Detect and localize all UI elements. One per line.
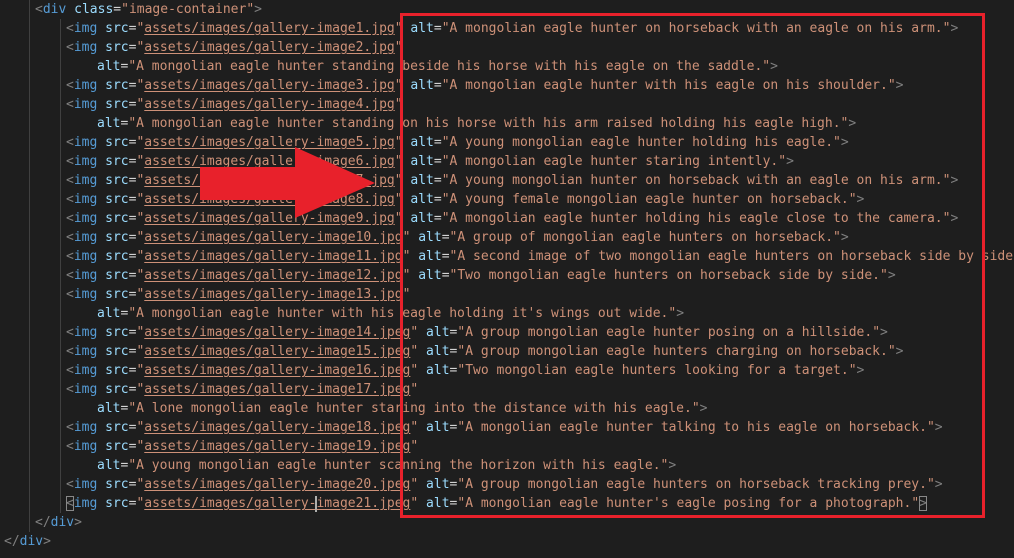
code-line[interactable]: <img src="assets/images/gallery-image21.… (66, 494, 927, 513)
alt-text: A young mongolian eagle hunter scanning … (136, 458, 661, 473)
alt-text: A second image of two mongolian eagle hu… (457, 249, 1014, 264)
code-line[interactable]: <img src="assets/images/gallery-image10.… (66, 228, 849, 247)
code-line[interactable]: <img src="assets/images/gallery-image14.… (66, 323, 888, 342)
code-line[interactable]: alt="A mongolian eagle hunter standing b… (97, 57, 778, 76)
src-path: assets/images/gallery-image17.jpeg (144, 382, 411, 397)
code-line[interactable]: <img src="assets/images/gallery-image5.j… (66, 133, 849, 152)
code-line[interactable]: <img src="assets/images/gallery-image15.… (66, 342, 903, 361)
code-line[interactable]: <img src="assets/images/gallery-image7.j… (66, 171, 958, 190)
alt-text: A group mongolian eagle hunters on horse… (465, 477, 927, 492)
alt-text: A young female mongolian eagle hunter on… (449, 192, 849, 207)
alt-text: Two mongolian eagle hunters looking for … (465, 363, 849, 378)
alt-text: A mongolian eagle hunter with his eagle … (136, 306, 669, 321)
code-line[interactable]: <img src="assets/images/gallery-image4.j… (66, 95, 403, 114)
alt-text: A mongolian eagle hunter holding his eag… (449, 211, 943, 226)
alt-text: A group mongolian eagle hunter posing on… (465, 325, 873, 340)
code-line[interactable]: alt="A young mongolian eagle hunter scan… (97, 456, 676, 475)
src-path: assets/images/gallery-image16.jpeg (144, 363, 411, 378)
src-path: assets/images/gallery-image8.jpg (144, 192, 395, 207)
src-path: assets/images/gallery-image6.jpg (144, 154, 395, 169)
alt-text: A mongolian eagle hunter standing on his… (136, 116, 841, 131)
src-path: assets/images/gallery-image7.jpg (144, 173, 395, 188)
src-path: assets/images/gallery-image9.jpg (144, 211, 395, 226)
code-line[interactable]: <img src="assets/images/gallery-image1.j… (66, 19, 958, 38)
indent-guide (60, 19, 61, 513)
src-path: assets/images/gallery-image3.jpg (144, 78, 395, 93)
alt-text: A group of mongolian eagle hunters on ho… (457, 230, 834, 245)
alt-text: A mongolian eagle hunter staring intentl… (449, 154, 779, 169)
alt-text: A lone mongolian eagle hunter staring in… (136, 401, 692, 416)
code-line[interactable]: <img src="assets/images/gallery-image17.… (66, 380, 418, 399)
src-path: assets/images/gallery-image15.jpeg (144, 344, 411, 359)
code-line[interactable]: <img src="assets/images/gallery-image11.… (66, 247, 1014, 266)
code-line[interactable]: <img src="assets/images/gallery-image2.j… (66, 38, 403, 57)
alt-text: A mongolian eagle hunter on horseback wi… (449, 21, 943, 36)
indent-guide (29, 0, 30, 532)
src-path: assets/images/gallery-image11.jpg (144, 249, 403, 264)
code-line[interactable]: <img src="assets/images/gallery-image19.… (66, 437, 418, 456)
src-path: assets/images/gallery-image10.jpg (144, 230, 403, 245)
src-path: assets/images/gallery-image4.jpg (144, 97, 395, 112)
code-line[interactable]: <img src="assets/images/gallery-image16.… (66, 361, 864, 380)
code-line[interactable]: <div class="image-container"> (35, 0, 262, 19)
src-path: assets/images/gallery-image18.jpeg (144, 420, 411, 435)
code-line[interactable]: <img src="assets/images/gallery-image18.… (66, 418, 943, 437)
code-line[interactable]: <img src="assets/images/gallery-image9.j… (66, 209, 958, 228)
class-value: image-container (128, 2, 247, 17)
src-path: assets/images/gallery-image5.jpg (144, 135, 395, 150)
code-line[interactable]: </div> (35, 513, 82, 532)
code-editor[interactable]: <div class="image-container"> <img src="a… (0, 0, 1014, 558)
alt-text: Two mongolian eagle hunters on horseback… (457, 268, 880, 283)
alt-text: A mongolian eagle hunter with his eagle … (449, 78, 888, 93)
src-path: assets/images/gallery-image1.jpg (144, 21, 395, 36)
src-path: assets/images/gallery-image20.jpeg (144, 477, 411, 492)
code-line[interactable]: <img src="assets/images/gallery-image12.… (66, 266, 896, 285)
alt-text: A young mongolian eagle hunter holding h… (449, 135, 834, 150)
code-line[interactable]: <img src="assets/images/gallery-image6.j… (66, 152, 794, 171)
src-path: assets/images/gallery-image14.jpeg (144, 325, 411, 340)
code-line[interactable]: </div> (4, 532, 51, 551)
code-line[interactable]: <img src="assets/images/gallery-image20.… (66, 475, 943, 494)
alt-text: A mongolian eagle hunter talking to his … (465, 420, 927, 435)
code-line[interactable]: <img src="assets/images/gallery-image8.j… (66, 190, 864, 209)
code-line[interactable]: <img src="assets/images/gallery-image13.… (66, 285, 410, 304)
src-path: assets/images/gallery-image19.jpeg (144, 439, 411, 454)
src-path: assets/images/gallery-image12.jpg (144, 268, 403, 283)
code-line[interactable]: alt="A mongolian eagle hunter standing o… (97, 114, 856, 133)
src-path: assets/images/gallery-image2.jpg (144, 40, 395, 55)
alt-text: A young mongolian hunter on horseback wi… (449, 173, 943, 188)
src-path: assets/images/gallery- (144, 496, 317, 511)
code-line[interactable]: <img src="assets/images/gallery-image3.j… (66, 76, 903, 95)
alt-text: A mongolian eagle hunter's eagle posing … (465, 496, 912, 511)
alt-text: A group mongolian eagle hunters charging… (465, 344, 888, 359)
code-line[interactable]: alt="A lone mongolian eagle hunter stari… (97, 399, 708, 418)
code-line[interactable]: alt="A mongolian eagle hunter with his e… (97, 304, 684, 323)
src-path: assets/images/gallery-image13.jpg (144, 287, 403, 302)
alt-text: A mongolian eagle hunter standing beside… (136, 59, 763, 74)
src-path: image21.jpeg (316, 496, 411, 511)
